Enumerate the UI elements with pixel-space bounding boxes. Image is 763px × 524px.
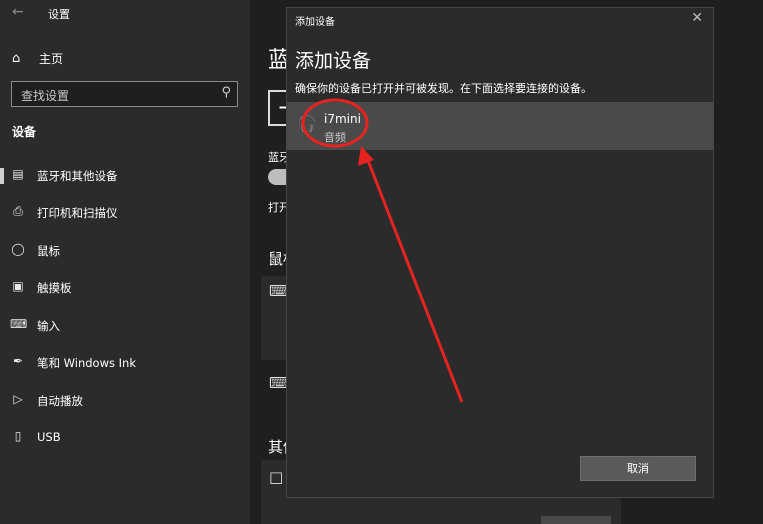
search-icon[interactable]: ⚲ (221, 85, 231, 100)
device-type: 音频 (324, 131, 346, 144)
settings-search-input[interactable]: 查找设置 ⚲ (11, 81, 238, 107)
touchpad-icon: ▣ (12, 279, 24, 293)
dialog-window-title: 添加设备 (295, 17, 335, 28)
selected-indicator (0, 168, 4, 184)
cancel-button[interactable]: 取消 (580, 456, 696, 481)
mouse-icon: ◯ (11, 242, 25, 256)
settings-sidebar: ← 设置 ⌂ 主页 查找设置 ⚲ 设备 ▤ 蓝牙和其他设备 ⎙ 打印机和扫描仪 … (0, 0, 250, 524)
sidebar-item-label: USB (37, 430, 61, 444)
settings-app-title: 设置 (48, 8, 70, 21)
add-device-dialog: 添加设备 ✕ 添加设备 确保你的设备已打开并可被发现。在下面选择要连接的设备。 … (286, 7, 714, 498)
headset-icon: 🎧 (297, 114, 317, 133)
device-list-item-i7mini[interactable]: 🎧 i7mini 音频 (287, 102, 713, 150)
device-name: i7mini (324, 112, 361, 126)
sidebar-item-typing[interactable]: ⌨ 输入 (0, 312, 250, 340)
sidebar-item-label: 蓝牙和其他设备 (37, 169, 118, 183)
settings-title-bar: ← 设置 (0, 0, 250, 28)
bluetooth-toggle[interactable] (268, 169, 286, 185)
keyboard-icon: ⌨ (10, 317, 28, 331)
remove-device-button[interactable] (541, 516, 611, 524)
sidebar-item-label: 打印机和扫描仪 (37, 206, 118, 220)
sidebar-item-label: 笔和 Windows Ink (37, 356, 136, 370)
display-icon: □ (269, 468, 284, 486)
sidebar-item-label: 输入 (37, 319, 60, 333)
usb-icon: ▯ (14, 429, 22, 443)
sidebar-item-label: 鼠标 (37, 244, 60, 258)
dialog-heading: 添加设备 (295, 50, 372, 72)
nav-home-label: 主页 (39, 51, 64, 66)
sidebar-item-label: 触摸板 (37, 281, 72, 295)
home-icon: ⌂ (12, 50, 21, 66)
sidebar-item-label: 自动播放 (37, 394, 83, 408)
back-arrow-icon[interactable]: ← (12, 4, 24, 20)
bluetooth-devices-icon: ▤ (12, 167, 24, 181)
pen-icon: ✒ (12, 354, 24, 368)
close-icon[interactable]: ✕ (691, 10, 703, 26)
cancel-button-label: 取消 (627, 462, 649, 475)
sidebar-item-bluetooth[interactable]: ▤ 蓝牙和其他设备 (0, 162, 250, 190)
sidebar-item-pen[interactable]: ✒ 笔和 Windows Ink (0, 349, 250, 377)
sidebar-item-usb[interactable]: ▯ USB (0, 424, 250, 452)
sidebar-item-touchpad[interactable]: ▣ 触摸板 (0, 274, 250, 302)
section-label-devices: 设备 (12, 125, 37, 139)
dialog-description: 确保你的设备已打开并可被发现。在下面选择要连接的设备。 (295, 82, 592, 95)
sidebar-item-mouse[interactable]: ◯ 鼠标 (0, 237, 250, 265)
sidebar-item-printers[interactable]: ⎙ 打印机和扫描仪 (0, 199, 250, 227)
printer-icon: ⎙ (13, 204, 23, 218)
search-placeholder: 查找设置 (21, 89, 70, 103)
nav-home[interactable]: ⌂ 主页 (12, 48, 63, 68)
autoplay-icon: ▷ (13, 392, 23, 406)
sidebar-item-autoplay[interactable]: ▷ 自动播放 (0, 387, 250, 415)
dialog-title-bar: 添加设备 ✕ (287, 8, 713, 32)
